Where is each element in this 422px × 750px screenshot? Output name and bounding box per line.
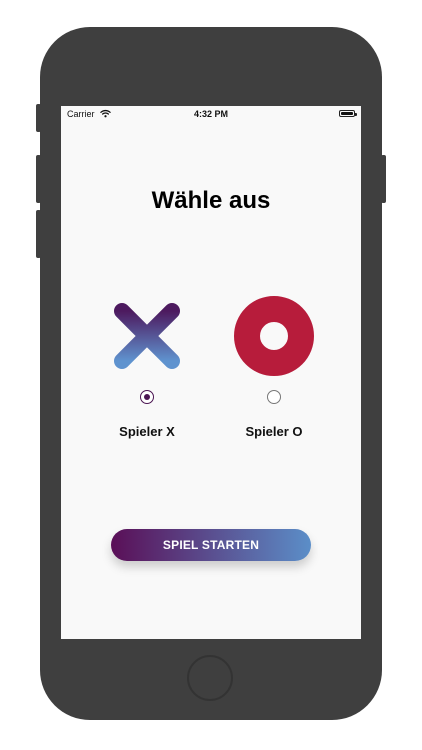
- volume-up-button: [36, 155, 41, 203]
- player-o-label: Spieler O: [245, 424, 303, 439]
- mute-switch: [36, 104, 41, 132]
- start-game-button[interactable]: SPIEL STARTEN: [111, 529, 311, 561]
- volume-down-button: [36, 210, 41, 258]
- x-piece-icon[interactable]: [107, 296, 187, 376]
- status-bar: Carrier 4:32 PM: [61, 106, 361, 124]
- player-x-label: Spieler X: [119, 424, 175, 439]
- o-piece-icon[interactable]: [234, 296, 314, 376]
- player-o-radio[interactable]: [267, 390, 281, 404]
- player-x-radio[interactable]: [140, 390, 154, 404]
- app-screen: Carrier 4:32 PM Wähle aus Spieler X Spie…: [61, 106, 361, 639]
- home-button[interactable]: [187, 655, 233, 701]
- power-button: [381, 155, 386, 203]
- status-time: 4:32 PM: [193, 109, 228, 119]
- player-o-option[interactable]: Spieler O: [209, 296, 339, 446]
- battery-icon: [339, 110, 357, 117]
- player-x-option[interactable]: Spieler X: [82, 296, 212, 446]
- page-title: Wähle aus: [151, 187, 271, 214]
